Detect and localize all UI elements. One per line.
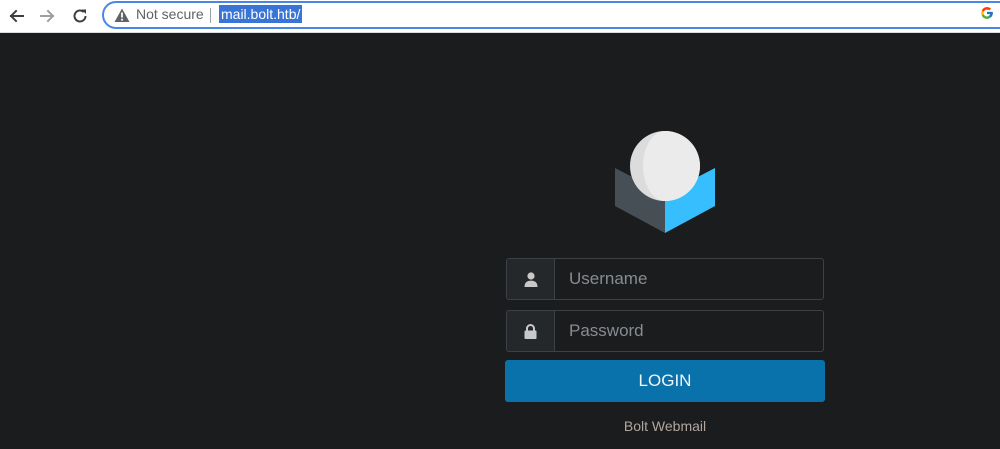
arrow-left-icon	[9, 9, 24, 23]
security-status-label[interactable]: Not secure	[136, 6, 204, 22]
back-button[interactable]	[4, 4, 28, 28]
login-button[interactable]: LOGIN	[505, 360, 825, 402]
browser-toolbar: Not secure mail.bolt.htb/	[0, 0, 1000, 33]
reload-button[interactable]	[68, 4, 92, 28]
url-text[interactable]: mail.bolt.htb/	[219, 5, 303, 23]
roundcube-logo-icon	[615, 131, 715, 233]
reload-icon	[73, 9, 87, 23]
warning-triangle-icon[interactable]	[114, 8, 130, 23]
arrow-right-icon	[40, 9, 55, 23]
username-input[interactable]	[555, 259, 823, 299]
password-field	[506, 310, 824, 352]
username-addon	[507, 259, 555, 299]
username-field	[506, 258, 824, 300]
forward-button[interactable]	[36, 4, 60, 28]
address-divider	[210, 8, 211, 23]
password-input[interactable]	[555, 311, 823, 351]
lock-icon	[524, 323, 537, 339]
product-name-label: Bolt Webmail	[623, 418, 707, 434]
password-addon	[507, 311, 555, 351]
user-icon	[524, 271, 537, 287]
google-icon	[981, 7, 993, 19]
address-bar[interactable]: Not secure mail.bolt.htb/	[102, 1, 1000, 29]
